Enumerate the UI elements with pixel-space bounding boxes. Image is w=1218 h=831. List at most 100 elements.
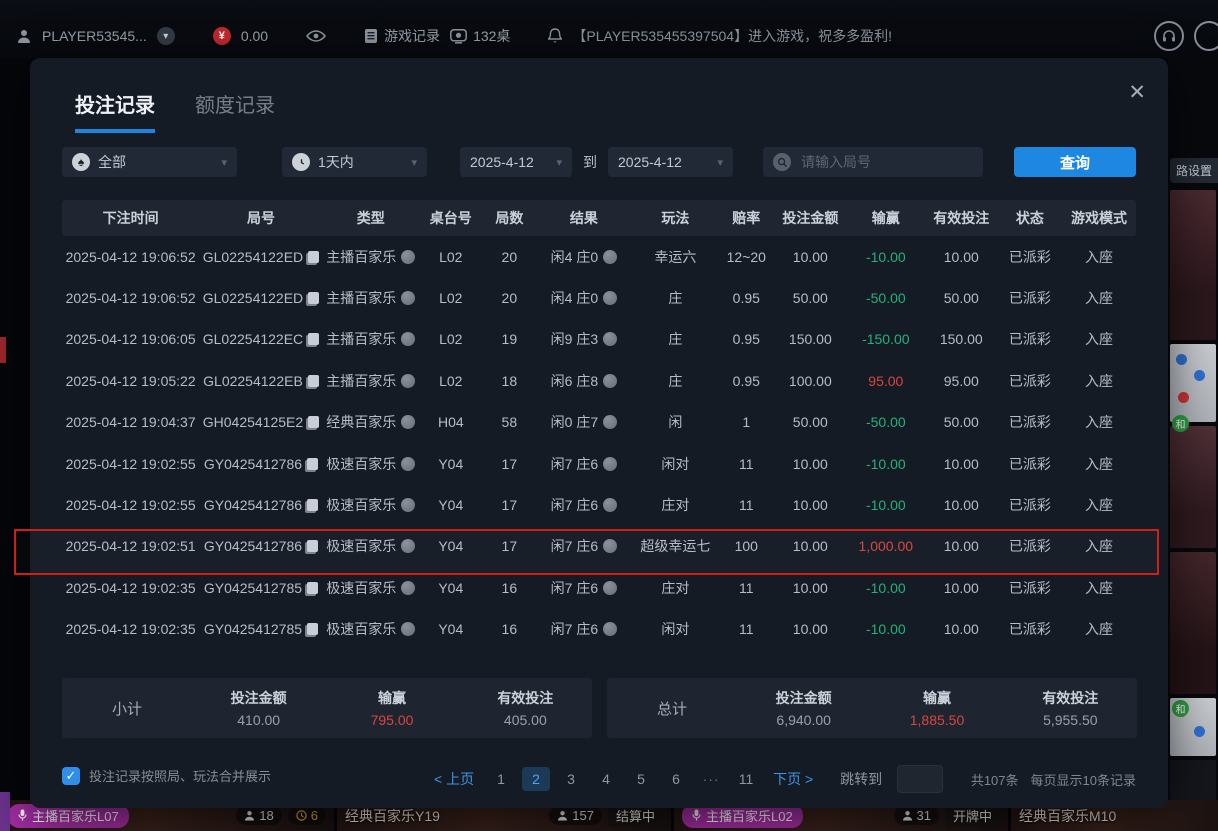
bell-icon[interactable]: [548, 28, 562, 44]
game-number: GY0425412786: [199, 497, 323, 513]
pagination: < 上页 1 2 3 4 5 6 ··· 11: [428, 765, 943, 793]
tables-count-link[interactable]: 132桌: [450, 26, 510, 46]
copy-icon[interactable]: [308, 416, 319, 428]
extra-topbar-icon[interactable]: [1194, 21, 1218, 51]
result-detail-icon[interactable]: [603, 622, 617, 636]
type-info-icon[interactable]: [401, 291, 415, 305]
username[interactable]: PLAYER53545...: [42, 28, 147, 44]
next-page-button[interactable]: 下页 >: [773, 769, 813, 789]
page-number[interactable]: 6: [662, 767, 690, 791]
type-info-icon[interactable]: [401, 457, 415, 471]
query-button[interactable]: 查询: [1014, 147, 1136, 177]
odds: 11: [719, 580, 774, 596]
type-info-icon[interactable]: [401, 250, 415, 264]
summary-valid-value: 405.00: [459, 712, 592, 728]
page-number[interactable]: 1: [487, 767, 515, 791]
dealer-thumb[interactable]: [1170, 190, 1216, 340]
highlight-annotation: [14, 529, 1159, 575]
copy-icon[interactable]: [308, 251, 319, 263]
type-info-icon[interactable]: [401, 498, 415, 512]
jump-to-input[interactable]: [897, 765, 943, 793]
copy-icon[interactable]: [307, 582, 318, 594]
round-number: 20: [483, 249, 536, 265]
date-to-picker[interactable]: 2025-4-12 ▾: [608, 147, 733, 177]
user-dropdown-icon[interactable]: ▾: [157, 27, 175, 45]
result-detail-icon[interactable]: [603, 415, 617, 429]
round-number: 19: [483, 331, 536, 347]
page-number[interactable]: 3: [557, 767, 585, 791]
dealer-thumb[interactable]: [1170, 426, 1216, 548]
result-detail-icon[interactable]: [603, 457, 617, 471]
page-number[interactable]: 5: [627, 767, 655, 791]
round-number: 20: [483, 290, 536, 306]
tab[interactable]: 额度记录: [195, 89, 275, 133]
bet-amount: 100.00: [774, 373, 847, 389]
copy-icon[interactable]: [307, 499, 318, 511]
bet-amount: 10.00: [774, 497, 847, 513]
type-info-icon[interactable]: [401, 415, 415, 429]
chevron-down-icon: ▾: [717, 156, 723, 169]
page-number[interactable]: 11: [732, 767, 760, 791]
time-range-select[interactable]: 1天内 ▾: [282, 147, 427, 177]
round-search-input[interactable]: [799, 153, 953, 171]
tie-marker-icon: 和: [1172, 700, 1189, 717]
close-icon[interactable]: ✕: [1128, 82, 1146, 103]
table-row: 2025-04-12 19:06:52 GL02254122ED 主播百家乐 L…: [62, 277, 1136, 318]
type-info-icon[interactable]: [401, 374, 415, 388]
game-type: 经典百家乐: [323, 412, 419, 432]
win-loss: -10.00: [847, 497, 925, 513]
page-number[interactable]: 4: [592, 767, 620, 791]
game-type-select[interactable]: ♠ 全部 ▾: [62, 147, 237, 177]
roadmap-panel[interactable]: [1170, 344, 1216, 422]
background-sliver: [0, 792, 10, 831]
result-detail-icon[interactable]: [603, 498, 617, 512]
tab[interactable]: 投注记录: [75, 89, 155, 133]
copy-icon[interactable]: [308, 333, 319, 345]
odds: 12~20: [719, 249, 774, 265]
coin-icon: ¥: [213, 27, 231, 45]
game-records-link[interactable]: 游戏记录: [364, 26, 440, 46]
tie-marker-icon: 和: [1172, 415, 1189, 432]
play-type: 闲: [632, 412, 719, 432]
copy-icon[interactable]: [307, 458, 318, 470]
result-detail-icon[interactable]: [603, 374, 617, 388]
to-label: 到: [583, 152, 597, 172]
odds: 0.95: [719, 373, 774, 389]
copy-icon[interactable]: [308, 292, 319, 304]
road-settings-button[interactable]: 路设置: [1170, 158, 1218, 183]
game-type: 极速百家乐: [323, 619, 419, 639]
game-number: GL02254122EB: [199, 373, 323, 389]
game-mode: 入座: [1062, 247, 1136, 267]
merge-checkbox[interactable]: ✓: [62, 767, 80, 785]
copy-icon[interactable]: [308, 375, 319, 387]
page-number[interactable]: 2: [522, 767, 550, 791]
valid-bet: 95.00: [925, 373, 998, 389]
customer-service-icon[interactable]: [1154, 21, 1184, 51]
date-from-picker[interactable]: 2025-4-12 ▾: [460, 147, 572, 177]
table-row: 2025-04-12 19:06:05 GL02254122EC 主播百家乐 L…: [62, 319, 1136, 360]
result-detail-icon[interactable]: [603, 581, 617, 595]
win-loss: -50.00: [847, 414, 925, 430]
type-info-icon[interactable]: [401, 622, 415, 636]
eye-icon[interactable]: [306, 30, 326, 42]
table-number: L02: [419, 290, 483, 306]
game-type: 主播百家乐: [323, 247, 419, 267]
result-detail-icon[interactable]: [603, 291, 617, 305]
person-icon: [557, 810, 568, 821]
room-name: 主播百家乐L07: [32, 806, 119, 825]
table-number: H04: [419, 414, 483, 430]
copy-icon[interactable]: [307, 623, 318, 635]
type-info-icon[interactable]: [401, 332, 415, 346]
result-detail-icon[interactable]: [603, 332, 617, 346]
dealer-thumb[interactable]: [1170, 552, 1216, 694]
status: 已派彩: [998, 247, 1062, 267]
result-detail-icon[interactable]: [603, 250, 617, 264]
odds: 1: [719, 414, 774, 430]
col-header: 桌台号: [419, 208, 483, 228]
type-info-icon[interactable]: [401, 581, 415, 595]
page-number[interactable]: ···: [697, 767, 725, 791]
dealer-thumb[interactable]: [1170, 760, 1216, 800]
round-result: 闲7 庄6: [536, 619, 632, 639]
prev-page-button[interactable]: < 上页: [434, 769, 474, 789]
viewers-badge: 31: [894, 806, 939, 825]
